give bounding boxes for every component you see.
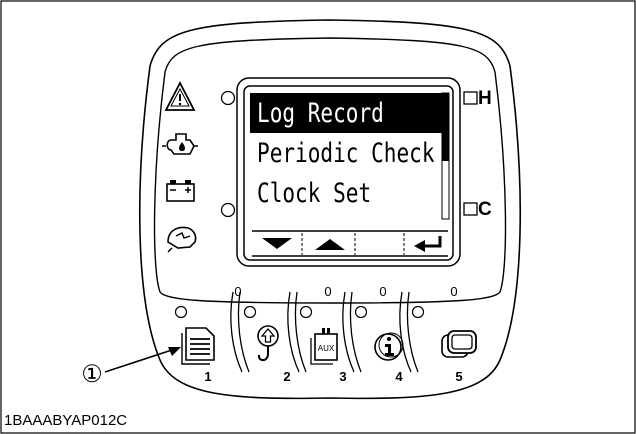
button-number-4: 4: [395, 369, 403, 384]
lcd-left-top-dot: [220, 90, 236, 106]
callout-number: ①: [81, 361, 103, 388]
led-label: 0: [379, 284, 387, 299]
menu-list-icon[interactable]: [181, 327, 215, 365]
aux-icon[interactable]: AUX: [310, 328, 338, 365]
led-label: 0: [450, 284, 458, 299]
button-number-5: 5: [455, 369, 463, 384]
indicator-c-label: C: [478, 199, 492, 220]
led-label: 0: [324, 284, 332, 299]
led-4: [354, 305, 368, 319]
led-3: [299, 305, 313, 319]
lcd-left-bottom-dot: [220, 202, 236, 218]
document-code: 1BAAABYAP012C: [4, 412, 128, 429]
indicator-h-label: H: [478, 88, 492, 109]
aux-label: AUX: [318, 344, 335, 353]
indicator-c-lamp: [463, 202, 478, 216]
menu-item-log-record[interactable]: Log Record: [250, 94, 409, 134]
led-1: [174, 305, 188, 319]
button-number-2: 2: [283, 369, 291, 384]
led-5: [411, 305, 425, 319]
menu-item-clock-set[interactable]: Clock Set: [250, 174, 409, 214]
screen-toggle-icon[interactable]: [441, 330, 477, 358]
led-label: 0: [234, 284, 242, 299]
led-2: [243, 305, 257, 319]
button-number-3: 3: [339, 369, 347, 384]
button-number-1: 1: [204, 369, 212, 384]
indicator-h-lamp: [463, 91, 478, 105]
menu-item-periodic-check[interactable]: Periodic Check: [250, 134, 435, 174]
lcd-menu: Log Record Periodic Check Clock Set: [250, 92, 445, 212]
